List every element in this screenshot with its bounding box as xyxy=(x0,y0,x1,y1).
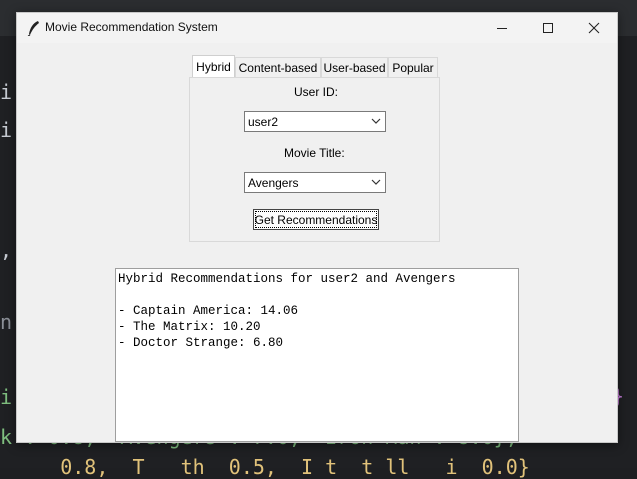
title-bar[interactable]: Movie Recommendation System xyxy=(17,13,617,43)
window-title: Movie Recommendation System xyxy=(45,20,218,34)
movie-title-label: Movie Title: xyxy=(284,146,345,160)
result-item: - Doctor Strange: 6.80 xyxy=(118,336,284,350)
tab-popular[interactable]: Popular xyxy=(388,57,438,77)
editor-line: i xyxy=(0,80,13,104)
chevron-down-icon xyxy=(371,118,381,124)
result-item: - The Matrix: 10.20 xyxy=(118,320,261,334)
result-item: - Captain America: 14.06 xyxy=(118,304,299,318)
tab-user-based[interactable]: User-based xyxy=(321,57,388,77)
maximize-button[interactable] xyxy=(525,13,571,43)
editor-line: i xyxy=(0,118,13,142)
feather-icon xyxy=(27,21,39,36)
movie-title-value: Avengers xyxy=(248,176,299,190)
tab-content-based[interactable]: Content-based xyxy=(235,57,321,77)
tab-hybrid[interactable]: Hybrid xyxy=(192,55,235,78)
user-id-select[interactable]: user2 xyxy=(244,111,386,132)
get-recommendations-button[interactable]: Get Recommendations xyxy=(253,209,379,230)
user-id-label: User ID: xyxy=(294,85,339,99)
editor-line: i xyxy=(0,385,13,409)
results-textarea[interactable]: Hybrid Recommendations for user2 and Ave… xyxy=(115,268,519,442)
chevron-down-icon xyxy=(371,179,381,185)
app-window: Movie Recommendation System Hybrid Conte… xyxy=(16,12,618,443)
close-icon xyxy=(588,22,600,34)
editor-line: , xyxy=(0,238,13,262)
close-button[interactable] xyxy=(571,13,617,43)
results-header: Hybrid Recommendations for user2 and Ave… xyxy=(118,272,456,286)
editor-line: n xyxy=(0,310,13,334)
editor-line: 0.8, T th 0.5, I t t ll i 0.0} xyxy=(0,455,530,479)
maximize-icon xyxy=(543,23,553,33)
movie-title-select[interactable]: Avengers xyxy=(244,172,386,193)
user-id-value: user2 xyxy=(248,115,279,129)
minimize-button[interactable] xyxy=(479,13,525,43)
minimize-icon xyxy=(497,28,507,29)
